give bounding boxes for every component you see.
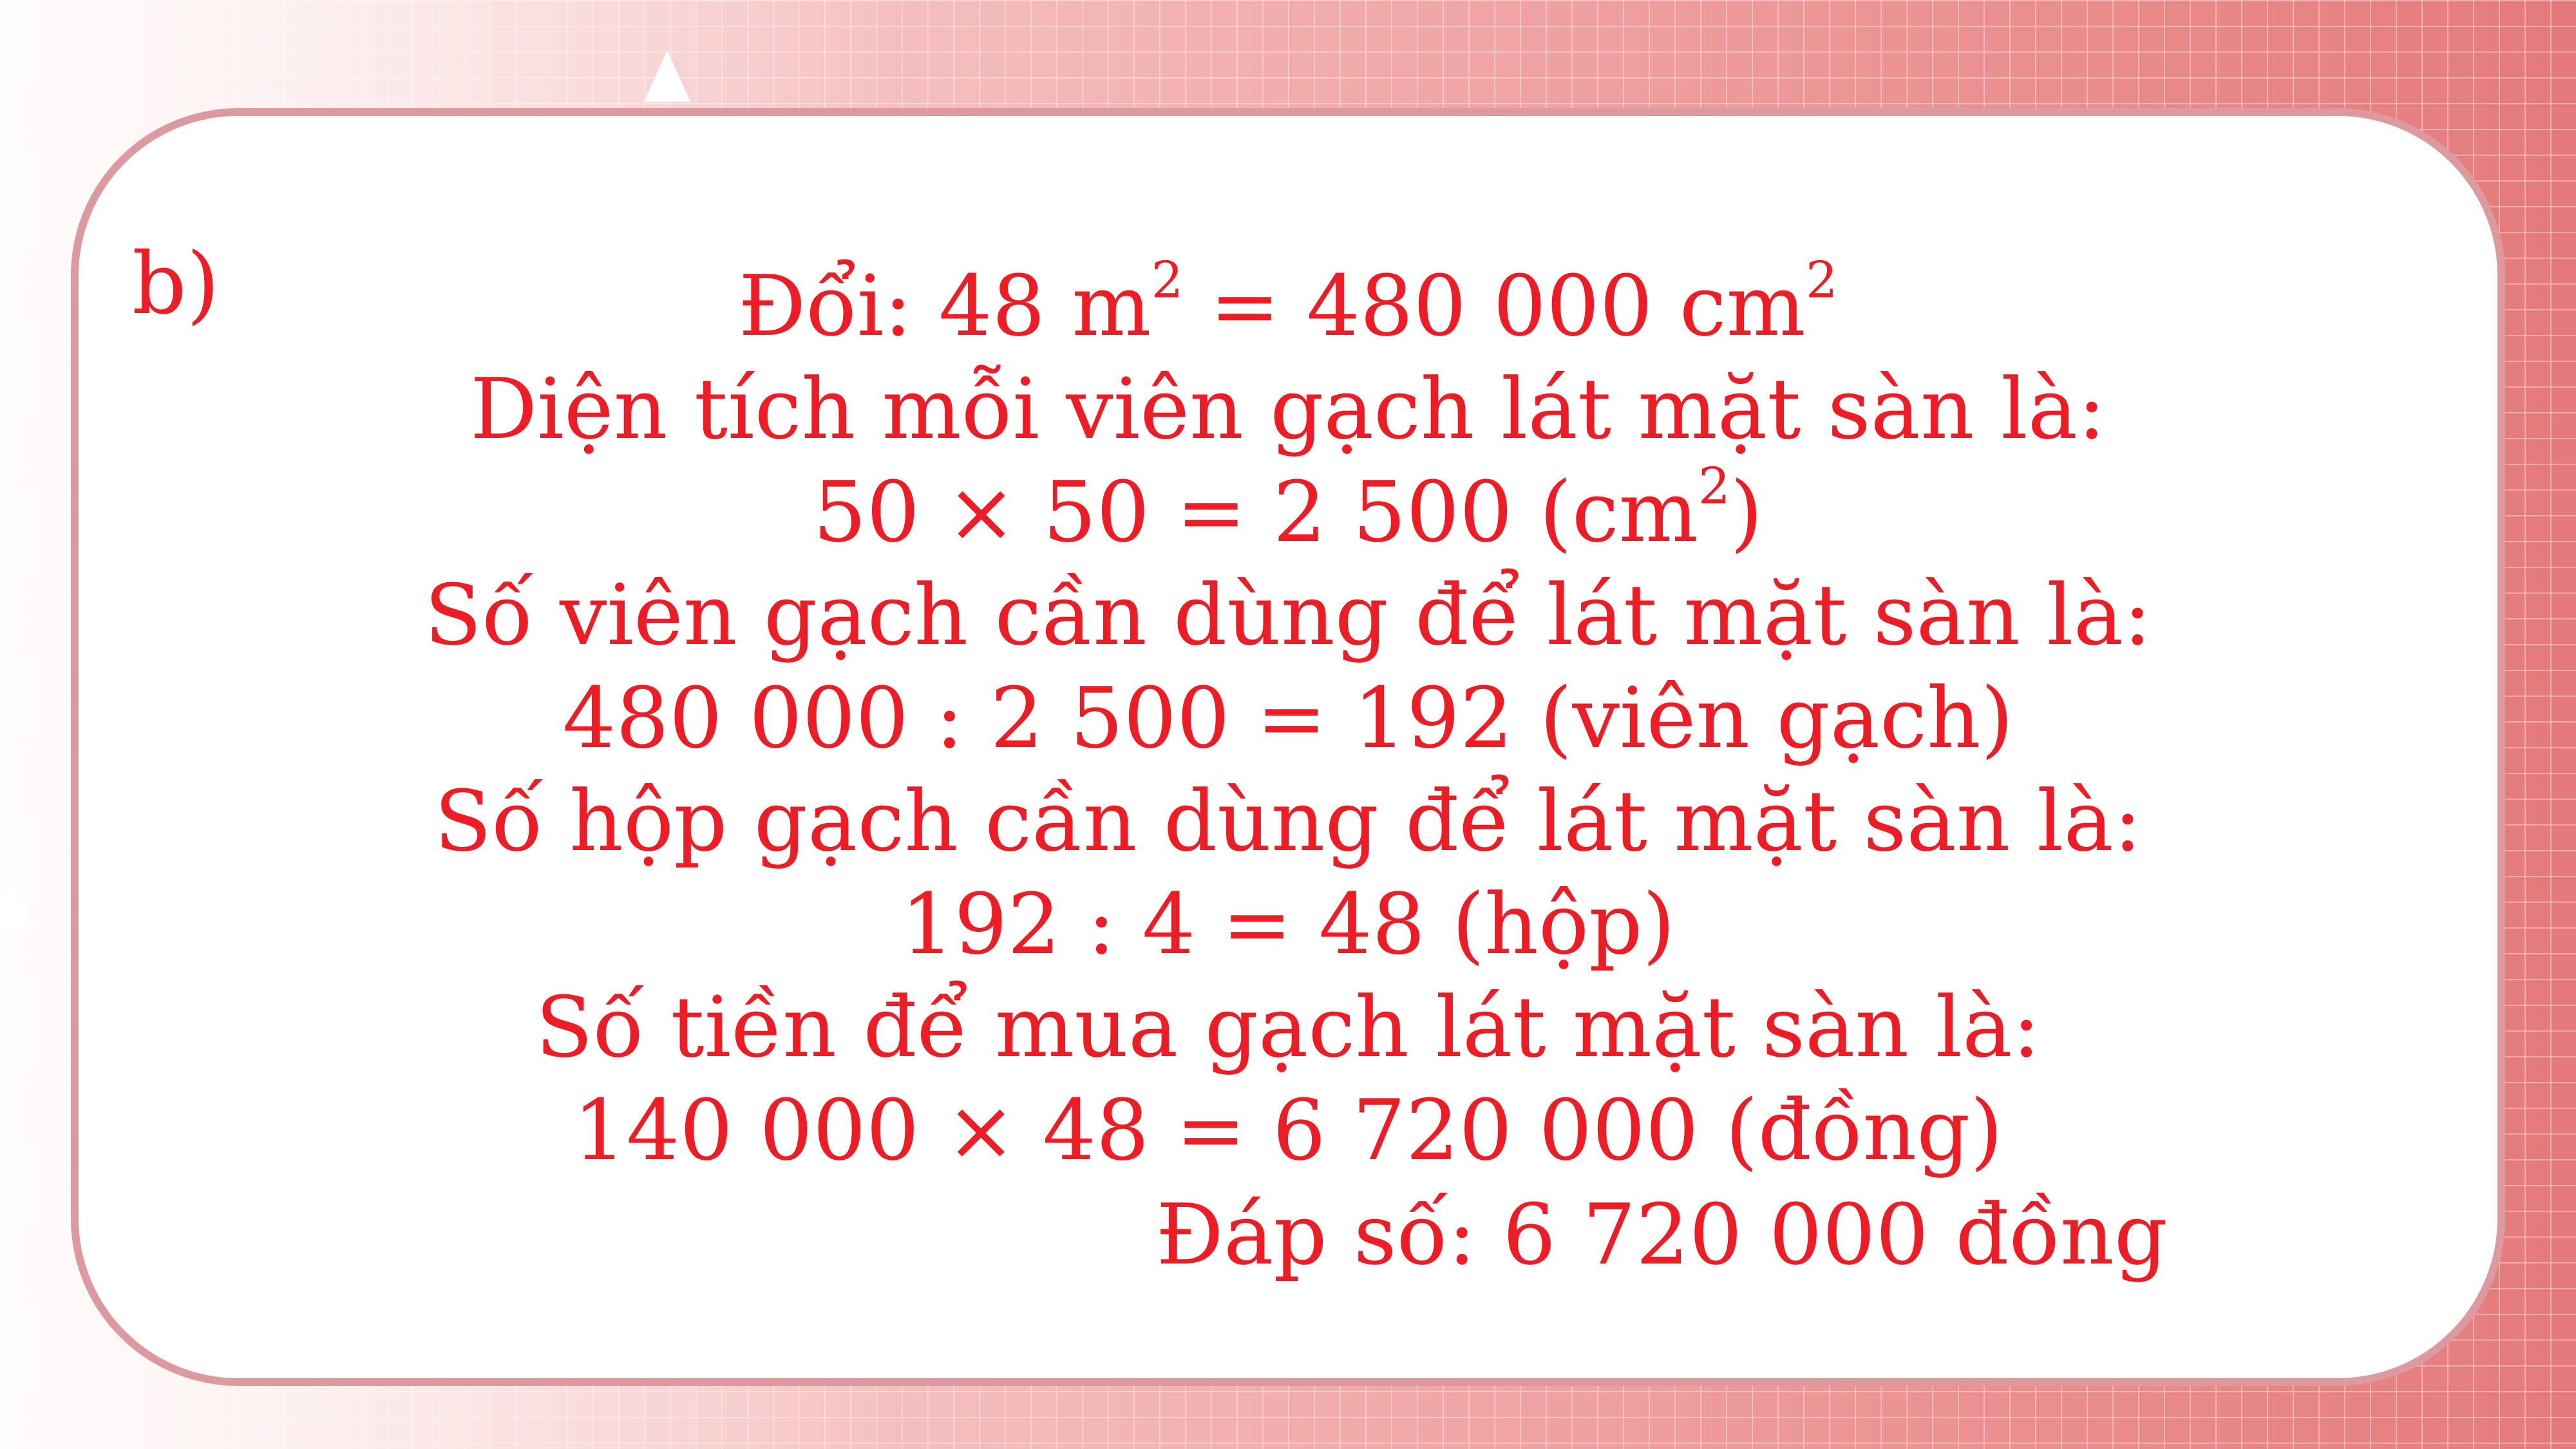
- star-decoration: [644, 50, 690, 102]
- text-segment: = 480 000 cm: [1183, 257, 1806, 355]
- conversion-line: Đổi: 48 m2 = 480 000 cm2: [258, 254, 2318, 357]
- tile-count-calc: 480 000 : 2 500 = 192 (viên gạch): [562, 669, 2014, 767]
- solution-text: Đổi: 48 m2 = 480 000 cm2 Diện tích mỗi v…: [258, 254, 2318, 1182]
- cost-calc: 140 000 × 48 = 6 720 000 (đồng): [573, 1081, 2003, 1179]
- text-segment: 50 × 50 = 2 500 (cm: [813, 463, 1698, 561]
- text-segment: ): [1730, 463, 1763, 561]
- box-count-heading: Số hộp gạch cần dùng để lát mặt sàn là:: [434, 772, 2142, 870]
- box-count-calc: 192 : 4 = 48 (hộp): [900, 875, 1676, 973]
- superscript: 2: [1698, 457, 1730, 516]
- star-decoration: [0, 876, 33, 927]
- tile-area-calc: 50 × 50 = 2 500 (cm2): [258, 460, 2318, 564]
- part-label: b): [132, 234, 220, 334]
- cost-heading: Số tiền để mua gạch lát mặt sàn là:: [535, 978, 2041, 1076]
- text-segment: Đổi: 48 m: [738, 257, 1151, 355]
- tile-count-heading: Số viên gạch cần dùng để lát mặt sàn là:: [424, 566, 2152, 664]
- superscript: 2: [1151, 251, 1184, 310]
- superscript: 2: [1805, 251, 1838, 310]
- final-answer: Đáp số: 6 720 000 đồng: [1156, 1186, 2168, 1283]
- tile-area-heading: Diện tích mỗi viên gạch lát mặt sàn là:: [470, 360, 2106, 458]
